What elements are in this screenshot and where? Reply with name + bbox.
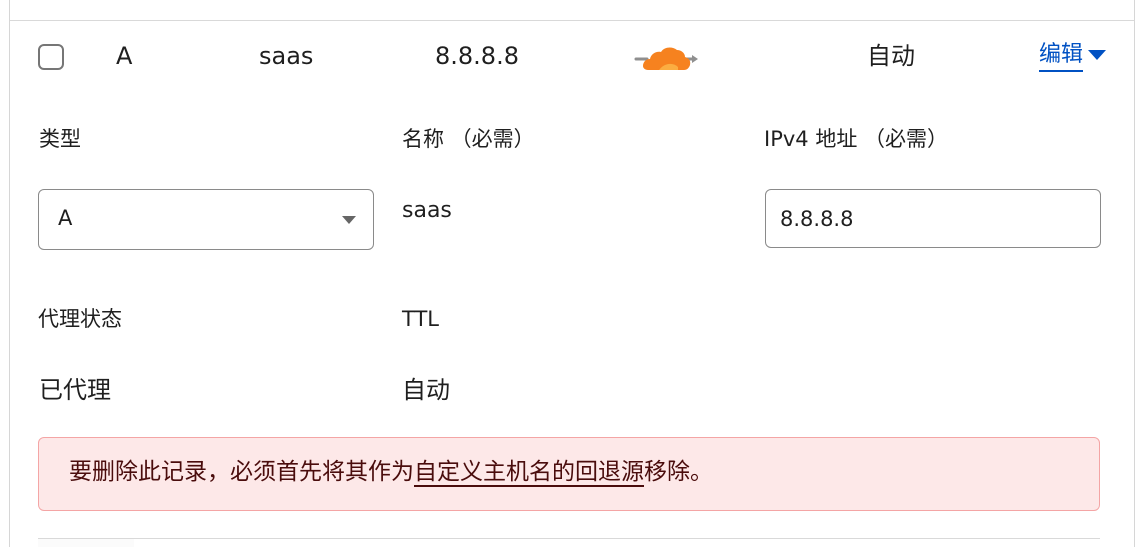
warning-prefix: 要删除此记录，必须首先将其作为 <box>69 459 414 485</box>
caret-down-icon <box>1088 50 1107 60</box>
ttl-label: TTL <box>402 307 439 331</box>
dns-record-editor: A saas 8.8.8.8 自动 编辑 类型 名称 （必需） IPv4 地址 … <box>0 0 1145 547</box>
type-select[interactable]: A <box>38 189 374 250</box>
edit-record-label: 编辑 <box>1039 44 1084 72</box>
delete-warning-text: 要删除此记录，必须首先将其作为自定义主机名的回退源移除。 <box>69 461 713 484</box>
ipv4-input[interactable] <box>765 189 1101 248</box>
row-select-checkbox[interactable] <box>38 44 64 70</box>
delete-warning-alert: 要删除此记录，必须首先将其作为自定义主机名的回退源移除。 <box>38 437 1100 511</box>
summary-ttl: 自动 <box>867 42 915 70</box>
bottom-divider <box>38 538 1100 539</box>
proxy-status-label: 代理状态 <box>38 307 122 331</box>
warning-suffix: 移除。 <box>644 459 713 485</box>
type-label: 类型 <box>39 127 81 151</box>
summary-type: A <box>116 42 133 70</box>
ttl-value: 自动 <box>402 376 450 404</box>
bottom-row-stub <box>38 539 134 547</box>
chevron-down-icon <box>342 216 356 224</box>
edit-record-link[interactable]: 编辑 <box>1039 44 1107 76</box>
proxied-cloud-icon <box>634 47 698 70</box>
name-value: saas <box>402 198 452 223</box>
custom-hostname-fallback-link[interactable]: 自定义主机名的回退源 <box>414 459 644 485</box>
summary-name: saas <box>259 42 314 70</box>
ipv4-label: IPv4 地址 （必需） <box>764 127 948 151</box>
type-select-value: A <box>58 206 73 230</box>
proxy-status-value: 已代理 <box>39 376 111 404</box>
name-label: 名称 （必需） <box>402 127 535 151</box>
top-divider <box>10 20 1134 21</box>
summary-content: 8.8.8.8 <box>435 42 519 70</box>
